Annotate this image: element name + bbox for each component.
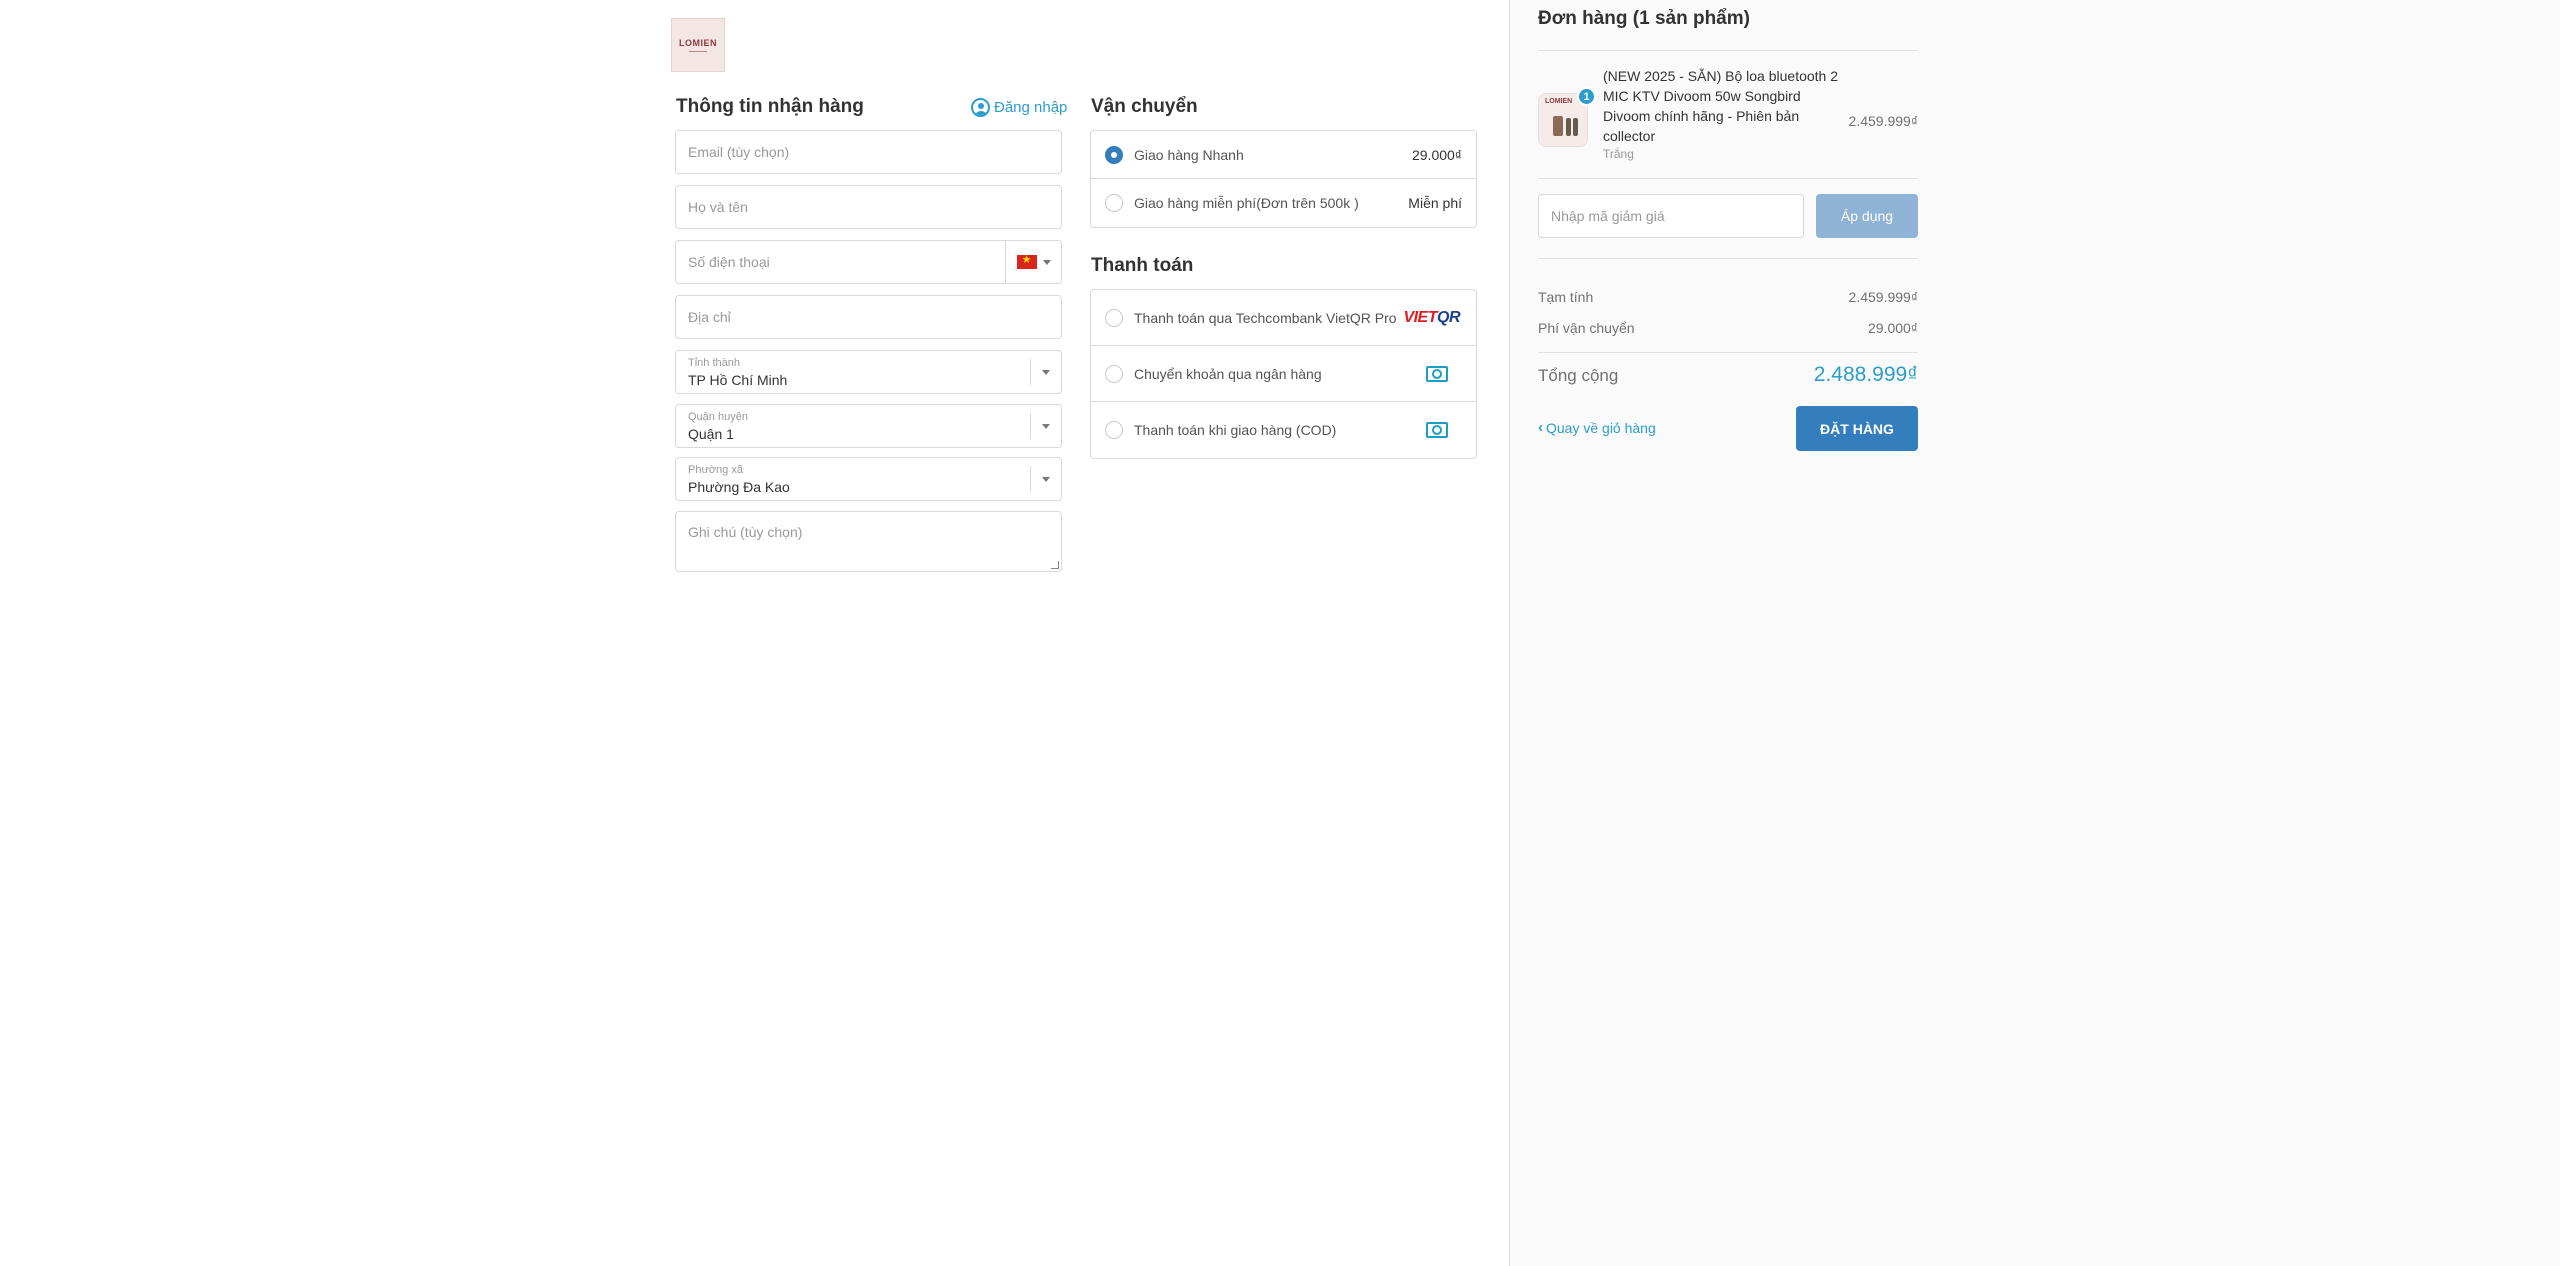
order-title: Đơn hàng (1 sản phẩm) [1538,8,1750,29]
vietqr-logo-v: VIET [1403,308,1437,326]
province-select[interactable]: Tỉnh thành TP Hồ Chí Minh [675,350,1062,394]
phone-field-wrapper [675,240,1062,284]
payment-option-label: Chuyển khoản qua ngân hàng [1134,365,1322,382]
email-field[interactable] [676,131,1061,173]
user-circle-icon [971,98,990,117]
shipping-fee-row: Phí vận chuyển 29.000₫ [1538,320,1918,336]
shipping-fee-label: Phí vận chuyển [1538,320,1635,336]
payment-options: Thanh toán qua Techcombank VietQR Pro VI… [1090,289,1477,459]
apply-coupon-button[interactable]: Áp dụng [1816,194,1918,238]
place-order-button[interactable]: ĐẶT HÀNG [1796,406,1918,451]
back-to-cart-label: Quay về giỏ hàng [1546,419,1656,436]
coupon-field-wrapper [1538,194,1804,238]
radio-unselected[interactable] [1105,421,1123,439]
ward-label: Phường xã [688,464,743,476]
product-price: 2.459.999₫ [1848,113,1918,129]
district-label: Quận huyện [688,411,748,423]
logo-underline [689,51,707,52]
total-row: Tổng cộng 2.488.999₫ [1538,363,1918,386]
thumbnail-mic-shape [1566,118,1571,136]
note-field-wrapper [675,511,1062,572]
radio-selected[interactable] [1105,145,1123,164]
divider [1538,50,1918,51]
vietqr-logo-q: QR [1437,308,1461,326]
thumbnail-mic-shape [1573,118,1578,136]
select-separator [1030,359,1031,385]
checkout-main: LOMIEN Thông tin nhận hàng Đăng nhập Tỉn… [0,0,1509,1266]
quantity-badge: 1 [1577,87,1596,106]
payment-option-bank-transfer[interactable]: Chuyển khoản qua ngân hàng [1091,346,1476,402]
province-value: TP Hồ Chí Minh [688,372,788,388]
resize-grip-icon[interactable] [1051,561,1059,569]
subtotal-value: 2.459.999₫ [1848,289,1918,305]
money-icon [1426,365,1448,382]
shipping-option-price: Miễn phí [1408,195,1462,211]
caret-down-icon [1042,370,1050,375]
shipping-info-title: Thông tin nhận hàng [676,96,864,117]
chevron-left-icon: ‹ [1538,419,1543,436]
payment-title: Thanh toán [1091,255,1194,276]
coupon-field[interactable] [1539,195,1803,237]
select-separator [1030,413,1031,439]
shipping-option-price: 29.000₫ [1411,146,1462,163]
shipping-title: Vận chuyển [1091,96,1198,117]
login-link[interactable]: Đăng nhập [971,98,1067,117]
select-separator [1030,466,1031,492]
address-field-wrapper [675,295,1062,339]
name-field[interactable] [676,186,1061,228]
shipping-fee-value: 29.000₫ [1867,320,1918,336]
divider [1538,258,1918,259]
payment-option-vietqr[interactable]: Thanh toán qua Techcombank VietQR Pro VI… [1091,290,1476,346]
order-summary: Đơn hàng (1 sản phẩm) LOMIEN 1 (NEW 2025… [1509,0,2560,1266]
shipping-option-label: Giao hàng miễn phí(Đơn trên 500k ) [1134,195,1359,211]
shipping-option-free[interactable]: Giao hàng miễn phí(Đơn trên 500k ) Miễn … [1091,179,1476,227]
vietnam-flag-icon [1016,253,1037,269]
subtotal-row: Tạm tính 2.459.999₫ [1538,289,1918,305]
caret-down-icon [1042,259,1051,265]
ward-select[interactable]: Phường xã Phường Đa Kao [675,457,1062,501]
name-field-wrapper [675,185,1062,229]
logo-text: LOMIEN [679,38,717,48]
caret-down-icon [1042,424,1050,429]
product-thumbnail: LOMIEN 1 [1538,87,1596,147]
thumbnail-logo-text: LOMIEN [1545,98,1573,105]
back-to-cart-link[interactable]: ‹ Quay về giỏ hàng [1538,419,1656,436]
payment-option-label: Thanh toán qua Techcombank VietQR Pro [1134,309,1397,326]
thumbnail-speaker-shape [1553,116,1563,136]
shipping-option-label: Giao hàng Nhanh [1134,146,1244,163]
district-value: Quận 1 [688,426,734,442]
money-icon [1426,422,1448,438]
address-field[interactable] [676,296,1061,338]
shipping-option-fast[interactable]: Giao hàng Nhanh 29.000₫ [1091,131,1476,179]
note-field[interactable] [676,512,1061,571]
radio-unselected[interactable] [1105,364,1123,383]
login-label: Đăng nhập [994,99,1068,116]
phone-field[interactable] [676,241,1006,283]
total-value: 2.488.999₫ [1813,363,1918,386]
divider [1538,178,1918,179]
total-label: Tổng cộng [1538,366,1619,385]
shipping-options: Giao hàng Nhanh 29.000₫ Giao hàng miễn p… [1090,130,1477,228]
payment-option-label: Thanh toán khi giao hàng (COD) [1134,422,1337,438]
caret-down-icon [1042,477,1050,482]
email-field-wrapper [675,130,1062,174]
payment-option-cod[interactable]: Thanh toán khi giao hàng (COD) [1091,402,1476,458]
country-code-select[interactable] [1005,241,1061,283]
radio-unselected[interactable] [1105,194,1123,212]
product-variant: Trắng [1603,147,1634,161]
vietqr-logo-icon: VIETQR [1403,309,1460,327]
district-select[interactable]: Quận huyện Quận 1 [675,404,1062,448]
divider [1538,352,1918,353]
subtotal-label: Tạm tính [1538,289,1594,305]
province-label: Tỉnh thành [688,357,740,369]
store-logo[interactable]: LOMIEN [671,18,725,72]
radio-unselected[interactable] [1105,308,1123,327]
ward-value: Phường Đa Kao [688,479,790,495]
product-name: (NEW 2025 - SẴN) Bộ loa bluetooth 2 MIC … [1603,68,1839,144]
